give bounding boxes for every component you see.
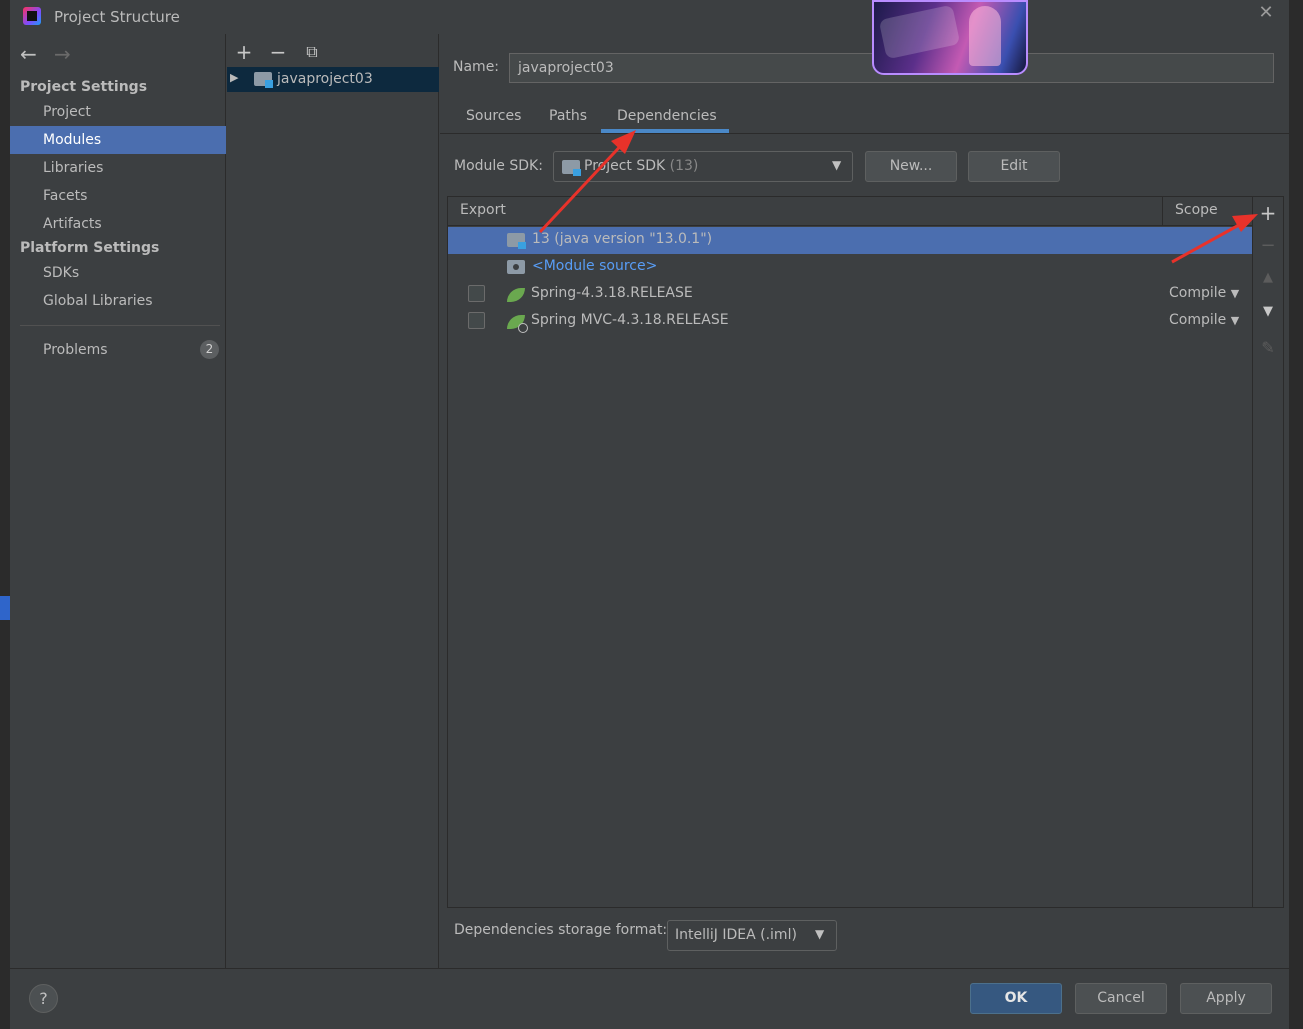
move-up-icon[interactable]: ▲ [1259, 270, 1277, 285]
close-icon[interactable]: ✕ [1256, 2, 1276, 23]
storage-format-label: Dependencies storage format: [454, 922, 668, 938]
pencil-icon[interactable]: ✎ [1259, 338, 1277, 357]
sdk-folder-icon [562, 160, 581, 176]
scope-value: Compile [1169, 285, 1227, 301]
overlay-banner-image [872, 0, 1028, 75]
background-ide-selection [0, 596, 10, 620]
sdk-name: Project SDK [584, 158, 666, 174]
sidebar-item-modules[interactable]: Modules [10, 126, 226, 154]
copy-icon[interactable]: ⧉ [301, 42, 323, 62]
sidebar-item-project[interactable]: Project [10, 98, 226, 126]
sidebar-item-artifacts[interactable]: Artifacts [10, 210, 226, 238]
sidebar-item-global-libraries[interactable]: Global Libraries [10, 287, 226, 315]
storage-format-value: IntelliJ IDEA (.iml) [675, 927, 797, 943]
table-toolbar-separator [1252, 196, 1253, 908]
sidebar-item-libraries[interactable]: Libraries [10, 154, 226, 182]
table-header [447, 196, 1253, 226]
forward-arrow-icon[interactable]: → [54, 42, 71, 66]
chevron-down-icon[interactable]: ▼ [815, 927, 824, 941]
tab-dependencies[interactable]: Dependencies [617, 108, 717, 124]
project-settings-header: Project Settings [20, 79, 148, 95]
platform-settings-header: Platform Settings [20, 240, 160, 256]
ok-button[interactable]: OK [970, 983, 1062, 1014]
cancel-button[interactable]: Cancel [1075, 983, 1167, 1014]
export-checkbox[interactable] [468, 312, 485, 329]
sidebar-item-facets[interactable]: Facets [10, 182, 226, 210]
module-sdk-value: Project SDK (13) [584, 158, 698, 174]
dependency-label: Spring MVC-4.3.18.RELEASE [531, 312, 729, 328]
module-tree-panel [227, 34, 439, 968]
back-arrow-icon[interactable]: ← [20, 42, 37, 66]
dependency-label: 13 (java version "13.0.1") [532, 231, 713, 247]
window-title: Project Structure [54, 8, 180, 26]
title-bar [10, 0, 1289, 34]
remove-icon[interactable]: − [267, 40, 289, 64]
edit-sdk-button[interactable]: Edit [968, 151, 1060, 182]
intellij-app-icon [23, 7, 41, 25]
problems-count-badge: 2 [200, 340, 219, 359]
dependency-label: <Module source> [532, 258, 658, 274]
chevron-down-icon: ▼ [1230, 314, 1240, 327]
column-header-scope[interactable]: Scope [1175, 202, 1218, 218]
help-button[interactable]: ? [29, 984, 58, 1013]
sdk-version: (13) [669, 158, 699, 174]
export-checkbox[interactable] [468, 285, 485, 302]
column-header-export[interactable]: Export [460, 202, 506, 218]
tab-sources[interactable]: Sources [466, 108, 521, 124]
background-ide-strip [0, 0, 10, 1029]
module-tree-label: javaproject03 [277, 71, 373, 87]
sidebar-divider [20, 325, 220, 326]
tabs-divider [440, 133, 1289, 134]
add-dependency-icon[interactable]: + [1259, 201, 1277, 225]
column-separator [1162, 196, 1163, 226]
expand-arrow-icon[interactable]: ▶ [230, 71, 238, 84]
sidebar-item-problems[interactable]: Problems [10, 336, 226, 364]
tab-paths[interactable]: Paths [549, 108, 587, 124]
module-folder-icon [254, 72, 273, 88]
background-ide-strip-right [1289, 0, 1303, 1029]
remove-dependency-icon[interactable]: − [1259, 235, 1277, 256]
dependency-label: Spring-4.3.18.RELEASE [531, 285, 693, 301]
add-icon[interactable]: + [233, 40, 255, 64]
chevron-down-icon: ▼ [1230, 287, 1240, 300]
module-sdk-label: Module SDK: [454, 158, 543, 174]
chevron-down-icon[interactable]: ▼ [832, 158, 841, 172]
apply-button[interactable]: Apply [1180, 983, 1272, 1014]
scope-select[interactable]: Compile ▼ [1169, 312, 1239, 328]
sidebar-item-sdks[interactable]: SDKs [10, 259, 226, 287]
sdk-folder-icon [507, 233, 526, 249]
module-source-folder-icon [507, 260, 525, 274]
name-label: Name: [453, 59, 500, 75]
move-down-icon[interactable]: ▼ [1259, 304, 1277, 319]
scope-select[interactable]: Compile ▼ [1169, 285, 1239, 301]
new-sdk-button[interactable]: New... [865, 151, 957, 182]
scope-value: Compile [1169, 312, 1227, 328]
